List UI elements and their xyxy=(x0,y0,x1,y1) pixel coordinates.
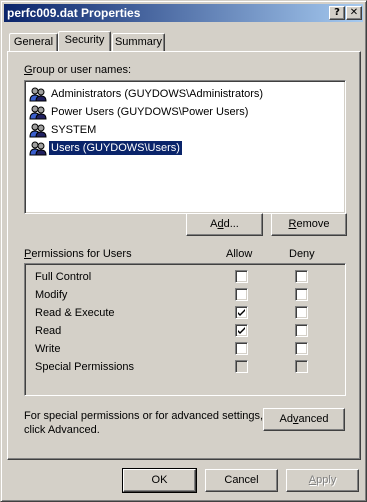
deny-checkbox-read[interactable] xyxy=(295,324,308,337)
deny-checkbox-read-execute[interactable] xyxy=(295,306,308,319)
user-name: Administrators (GUYDOWS\Administrators) xyxy=(51,88,264,100)
allow-checkbox-read-execute[interactable] xyxy=(235,306,248,319)
checkmark-icon xyxy=(238,327,245,334)
close-button[interactable]: ✕ xyxy=(346,6,362,20)
user-group-icon xyxy=(29,105,47,120)
deny-checkbox-write[interactable] xyxy=(295,342,308,355)
window-title: perfc009.dat Properties xyxy=(7,6,141,20)
user-group-icon xyxy=(29,87,47,102)
deny-header: Deny xyxy=(289,248,315,260)
tab-general[interactable]: General xyxy=(9,33,58,51)
remove-button[interactable]: Remove xyxy=(271,213,347,236)
advanced-button[interactable]: Advanced xyxy=(263,408,345,431)
deny-checkbox-full-control[interactable] xyxy=(295,270,308,283)
list-item-system[interactable]: SYSTEM xyxy=(29,121,345,139)
properties-window: perfc009.dat Properties ? ✕ General Secu… xyxy=(0,0,367,502)
advanced-note-line2: click Advanced. xyxy=(24,424,100,436)
allow-checkbox-read[interactable] xyxy=(235,324,248,337)
permission-name: Write xyxy=(35,343,61,355)
tab-summary[interactable]: Summary xyxy=(112,33,165,51)
allow-checkbox-write[interactable] xyxy=(235,342,248,355)
list-item-administrators[interactable]: Administrators (GUYDOWS\Administrators) xyxy=(29,85,345,103)
title-bar[interactable]: perfc009.dat Properties ? ✕ xyxy=(4,4,363,22)
user-name: Power Users (GUYDOWS\Power Users) xyxy=(51,106,249,118)
tab-security[interactable]: Security xyxy=(58,31,111,51)
allow-checkbox-modify[interactable] xyxy=(235,288,248,301)
advanced-note-line1: For special permissions or for advanced … xyxy=(24,410,264,422)
list-item-users[interactable]: Users (GUYDOWS\Users) xyxy=(29,139,345,157)
permission-name: Special Permissions xyxy=(35,361,135,373)
permissions-list: Full Control Modify Read & Execute Read … xyxy=(24,263,346,396)
allow-checkbox-full-control[interactable] xyxy=(235,270,248,283)
allow-checkbox-special-permissions xyxy=(235,360,248,373)
apply-button[interactable]: Apply xyxy=(286,469,359,492)
permission-name: Read & Execute xyxy=(35,307,115,319)
list-item-power-users[interactable]: Power Users (GUYDOWS\Power Users) xyxy=(29,103,345,121)
permission-name: Read xyxy=(35,325,62,337)
permissions-label: Permissions for Users xyxy=(24,248,132,260)
allow-header: Allow xyxy=(226,248,253,260)
user-group-icon xyxy=(29,123,47,138)
cancel-button[interactable]: Cancel xyxy=(205,469,278,492)
deny-checkbox-special-permissions xyxy=(295,360,308,373)
add-button[interactable]: Add... xyxy=(186,213,263,236)
user-group-icon xyxy=(29,141,47,156)
user-name: SYSTEM xyxy=(51,124,97,136)
group-users-label: Group or user names: xyxy=(24,64,131,76)
permission-name: Modify xyxy=(35,289,68,301)
permission-name: Full Control xyxy=(35,271,92,283)
ok-button[interactable]: OK xyxy=(122,468,197,493)
security-panel: Group or user names: Administrators (GUY… xyxy=(7,51,361,460)
checkmark-icon xyxy=(238,309,245,316)
users-list[interactable]: Administrators (GUYDOWS\Administrators) … xyxy=(24,80,346,214)
help-button[interactable]: ? xyxy=(329,6,345,20)
deny-checkbox-modify[interactable] xyxy=(295,288,308,301)
user-name: Users (GUYDOWS\Users) xyxy=(48,140,183,156)
